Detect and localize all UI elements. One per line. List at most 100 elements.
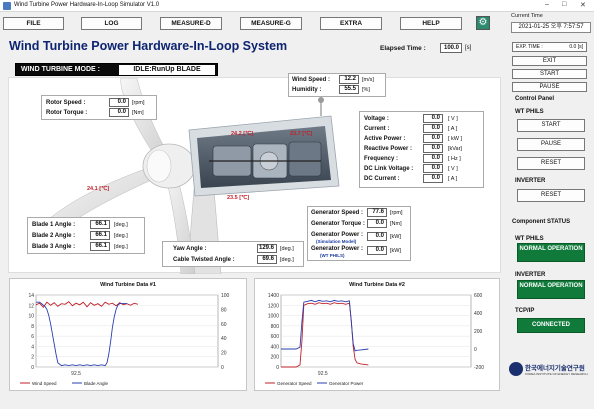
- generator-torque-unit: [Nm]: [390, 221, 402, 227]
- y-right-tick-label: 60: [221, 322, 227, 328]
- menu-file[interactable]: FILE: [3, 17, 64, 30]
- blades-panel: Blade 1 Angle : 66.1 [deg.] Blade 2 Angl…: [27, 217, 145, 254]
- wt-start-button[interactable]: START: [517, 119, 585, 132]
- blade-2-angle-unit: [deg.]: [114, 233, 128, 239]
- frequency-label: Frequency :: [364, 156, 399, 162]
- turbine-scene: 24.2 [℃] 23.7 [℃] 24.1 [℃] 23.5 [℃] Roto…: [8, 73, 501, 274]
- reactive-power-unit: [kVar]: [448, 146, 462, 152]
- voltage-value: 0.0: [423, 114, 443, 123]
- generator-power-sim-unit: [kW]: [390, 234, 401, 240]
- maximize-icon[interactable]: □: [562, 1, 566, 8]
- temperature-label: 24.2 [℃]: [231, 131, 254, 137]
- window-titlebar: Wind Turbine Power Hardware-In-Loop Simu…: [0, 0, 594, 12]
- blade-2-angle-label: Blade 2 Angle :: [32, 233, 76, 239]
- inverter-label: INVERTER: [515, 178, 546, 184]
- exp-time-label: EXP. TIME :: [516, 44, 543, 50]
- wt-reset-button[interactable]: RESET: [517, 157, 585, 170]
- inverter-reset-button[interactable]: RESET: [517, 189, 585, 202]
- y-left-tick-label: 600: [271, 334, 280, 340]
- legend-label: Generator Speed: [277, 381, 312, 386]
- temperature-label: 24.1 [℃]: [87, 186, 110, 192]
- window-title: Wind Turbine Power Hardware-In-Loop Simu…: [14, 2, 160, 8]
- menu-measure-d[interactable]: MEASURE-D: [160, 17, 222, 30]
- y-right-tick-label: 0: [474, 347, 477, 353]
- yaw-angle-label: Yaw Angle :: [173, 246, 207, 252]
- yaw-angle-unit: [deg.]: [280, 246, 294, 252]
- yaw-angle-value: 129.6: [257, 244, 277, 253]
- blade-1-angle-unit: [deg.]: [114, 222, 128, 228]
- cable-twisted-angle-label: Cable Twisted Angle :: [173, 257, 235, 263]
- close-icon[interactable]: ✕: [580, 1, 586, 9]
- cable-twisted-angle-unit: [deg.]: [280, 257, 294, 263]
- rotor-speed-value: 0.0: [109, 98, 129, 107]
- generator-power-sim-label: Generator Power :: [311, 232, 364, 238]
- frequency-value: 0.0: [423, 154, 443, 163]
- page-title: Wind Turbine Power Hardware-In-Loop Syst…: [9, 39, 288, 53]
- reactive-power-value: 0.0: [423, 144, 443, 153]
- electrical-panel: Voltage : 0.0 [ V ] Current : 0.0 [ A ] …: [359, 111, 484, 188]
- y-right-tick-label: 0: [221, 365, 224, 371]
- menu-help[interactable]: HELP: [400, 17, 462, 30]
- rotor-torque-unit: [Nm]: [132, 110, 144, 116]
- rotor-speed-label: Rotor Speed :: [46, 100, 86, 106]
- chart-plot: 0 2 4 6 8 10 12 14 0 20 40 60 80 100 92.5 Wind Speed Bla…: [20, 293, 230, 386]
- menu-extra[interactable]: EXTRA: [320, 17, 382, 30]
- start-button[interactable]: START: [512, 69, 587, 79]
- wt-phils-label: WT PHILS: [515, 109, 544, 115]
- settings-gear-icon[interactable]: ⚙: [476, 16, 490, 30]
- elapsed-time-value: 100.0: [440, 43, 462, 53]
- reactive-power-label: Reactive Power :: [364, 146, 413, 152]
- pause-button[interactable]: PAUSE: [512, 82, 587, 92]
- elapsed-time-label: Elapsed Time :: [380, 45, 426, 52]
- blade-3-angle-label: Blade 3 Angle :: [32, 244, 76, 250]
- legend-label: Wind Speed: [32, 381, 57, 386]
- component-status-title: Component STATUS: [512, 219, 571, 225]
- y-left-tick-label: 1200: [268, 303, 279, 309]
- y-left-tick-label: 4: [31, 344, 34, 350]
- generator-power-sim-sub: (Simulation Model): [316, 239, 357, 244]
- y-right-tick-label: 40: [221, 336, 227, 342]
- blade-3-angle-value: 66.1: [90, 242, 110, 251]
- minimize-icon[interactable]: –: [545, 1, 549, 8]
- mode-label: WIND TURBINE MODE :: [21, 66, 100, 73]
- current-unit: [ A ]: [448, 126, 458, 132]
- y-right-tick-label: 600: [474, 293, 483, 299]
- generator-speed-label: Generator Speed :: [311, 210, 364, 216]
- humidity-unit: [%]: [362, 87, 370, 93]
- generator-power-wt-value: 0.0: [367, 246, 387, 255]
- generator-speed-value: 77.6: [367, 208, 387, 217]
- inverter-status-label: INVERTER: [515, 272, 546, 278]
- wind-speed-unit: [m/s]: [362, 77, 374, 83]
- cable-twisted-angle-value: 69.6: [257, 255, 277, 264]
- blade-1-angle-value: 66.1: [90, 220, 110, 229]
- blade-2-angle-value: 66.1: [90, 231, 110, 240]
- rotor-speed-unit: [rpm]: [132, 100, 145, 106]
- y-left-tick-label: 800: [271, 324, 280, 330]
- y-left-tick-label: 12: [28, 303, 34, 309]
- legend-label: Blade Angle: [84, 381, 109, 386]
- mode-value: IDLE:RunUp BLADE: [119, 65, 215, 75]
- y-left-tick-label: 1000: [268, 314, 279, 320]
- wt-phils-status-label: WT PHILS: [515, 236, 544, 242]
- dc-link-voltage-value: 0.0: [423, 164, 443, 173]
- dc-link-voltage-unit: [ V ]: [448, 166, 458, 172]
- humidity-label: Humidity :: [292, 87, 322, 93]
- menu-log[interactable]: LOG: [81, 17, 142, 30]
- wt-pause-button[interactable]: PAUSE: [517, 138, 585, 151]
- y-right-tick-label: 20: [221, 351, 227, 357]
- exit-button[interactable]: EXIT: [512, 56, 587, 66]
- chart-plot: 0 200 400 600 800 1000 1200 1400 -200 0 200 400 600 9…: [265, 293, 484, 386]
- generator-torque-value: 0.0: [367, 219, 387, 228]
- temperature-label: 23.7 [℃]: [290, 131, 313, 137]
- humidity-value: 55.5: [339, 85, 359, 94]
- elapsed-time-unit: [s]: [465, 45, 472, 51]
- wind-speed-label: Wind Speed :: [292, 77, 330, 83]
- wt-phils-status-badge: NORMAL OPERATION: [517, 243, 585, 262]
- app-icon: [3, 2, 11, 10]
- tcpip-status-badge: CONNECTED: [517, 318, 585, 333]
- rotor-panel: Rotor Speed : 0.0 [rpm] Rotor Torque : 0…: [41, 95, 157, 120]
- y-right-tick-label: 400: [474, 311, 483, 317]
- menu-measure-g[interactable]: MEASURE-G: [240, 17, 302, 30]
- dc-link-voltage-label: DC Link Voltage :: [364, 166, 414, 172]
- rotor-torque-label: Rotor Torque :: [46, 110, 88, 116]
